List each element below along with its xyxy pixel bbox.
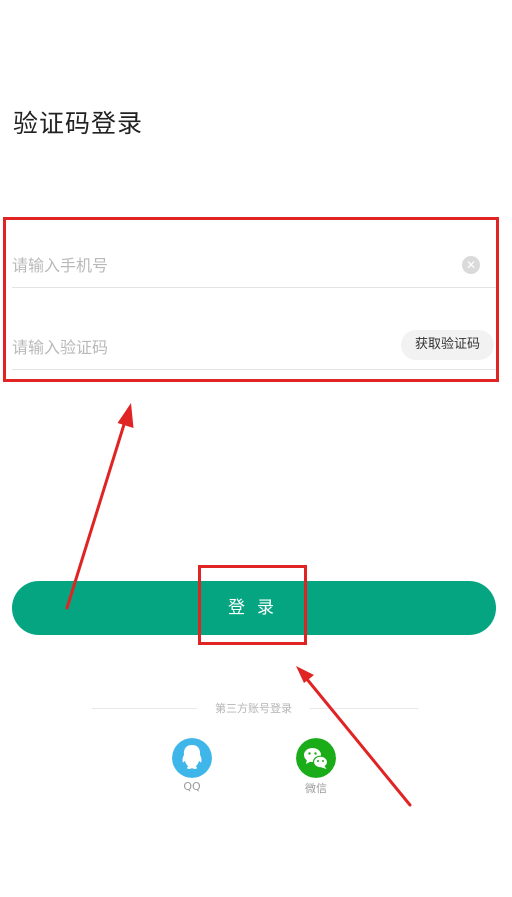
third-party-divider-text: 第三方账号登录 bbox=[215, 702, 292, 715]
page-title: 验证码登录 bbox=[13, 109, 144, 138]
wechat-icon bbox=[296, 738, 336, 778]
divider-line-right bbox=[310, 708, 418, 709]
annotation-highlight-login bbox=[198, 565, 307, 645]
qq-icon bbox=[172, 738, 212, 778]
qq-login-button[interactable]: QQ bbox=[172, 738, 212, 793]
wechat-login-button[interactable]: 微信 bbox=[296, 738, 336, 796]
annotation-highlight-fields bbox=[3, 217, 499, 382]
divider-line-left bbox=[92, 708, 197, 709]
qq-label: QQ bbox=[183, 780, 201, 793]
arrow-to-fields bbox=[65, 403, 134, 610]
wechat-label: 微信 bbox=[305, 782, 327, 795]
